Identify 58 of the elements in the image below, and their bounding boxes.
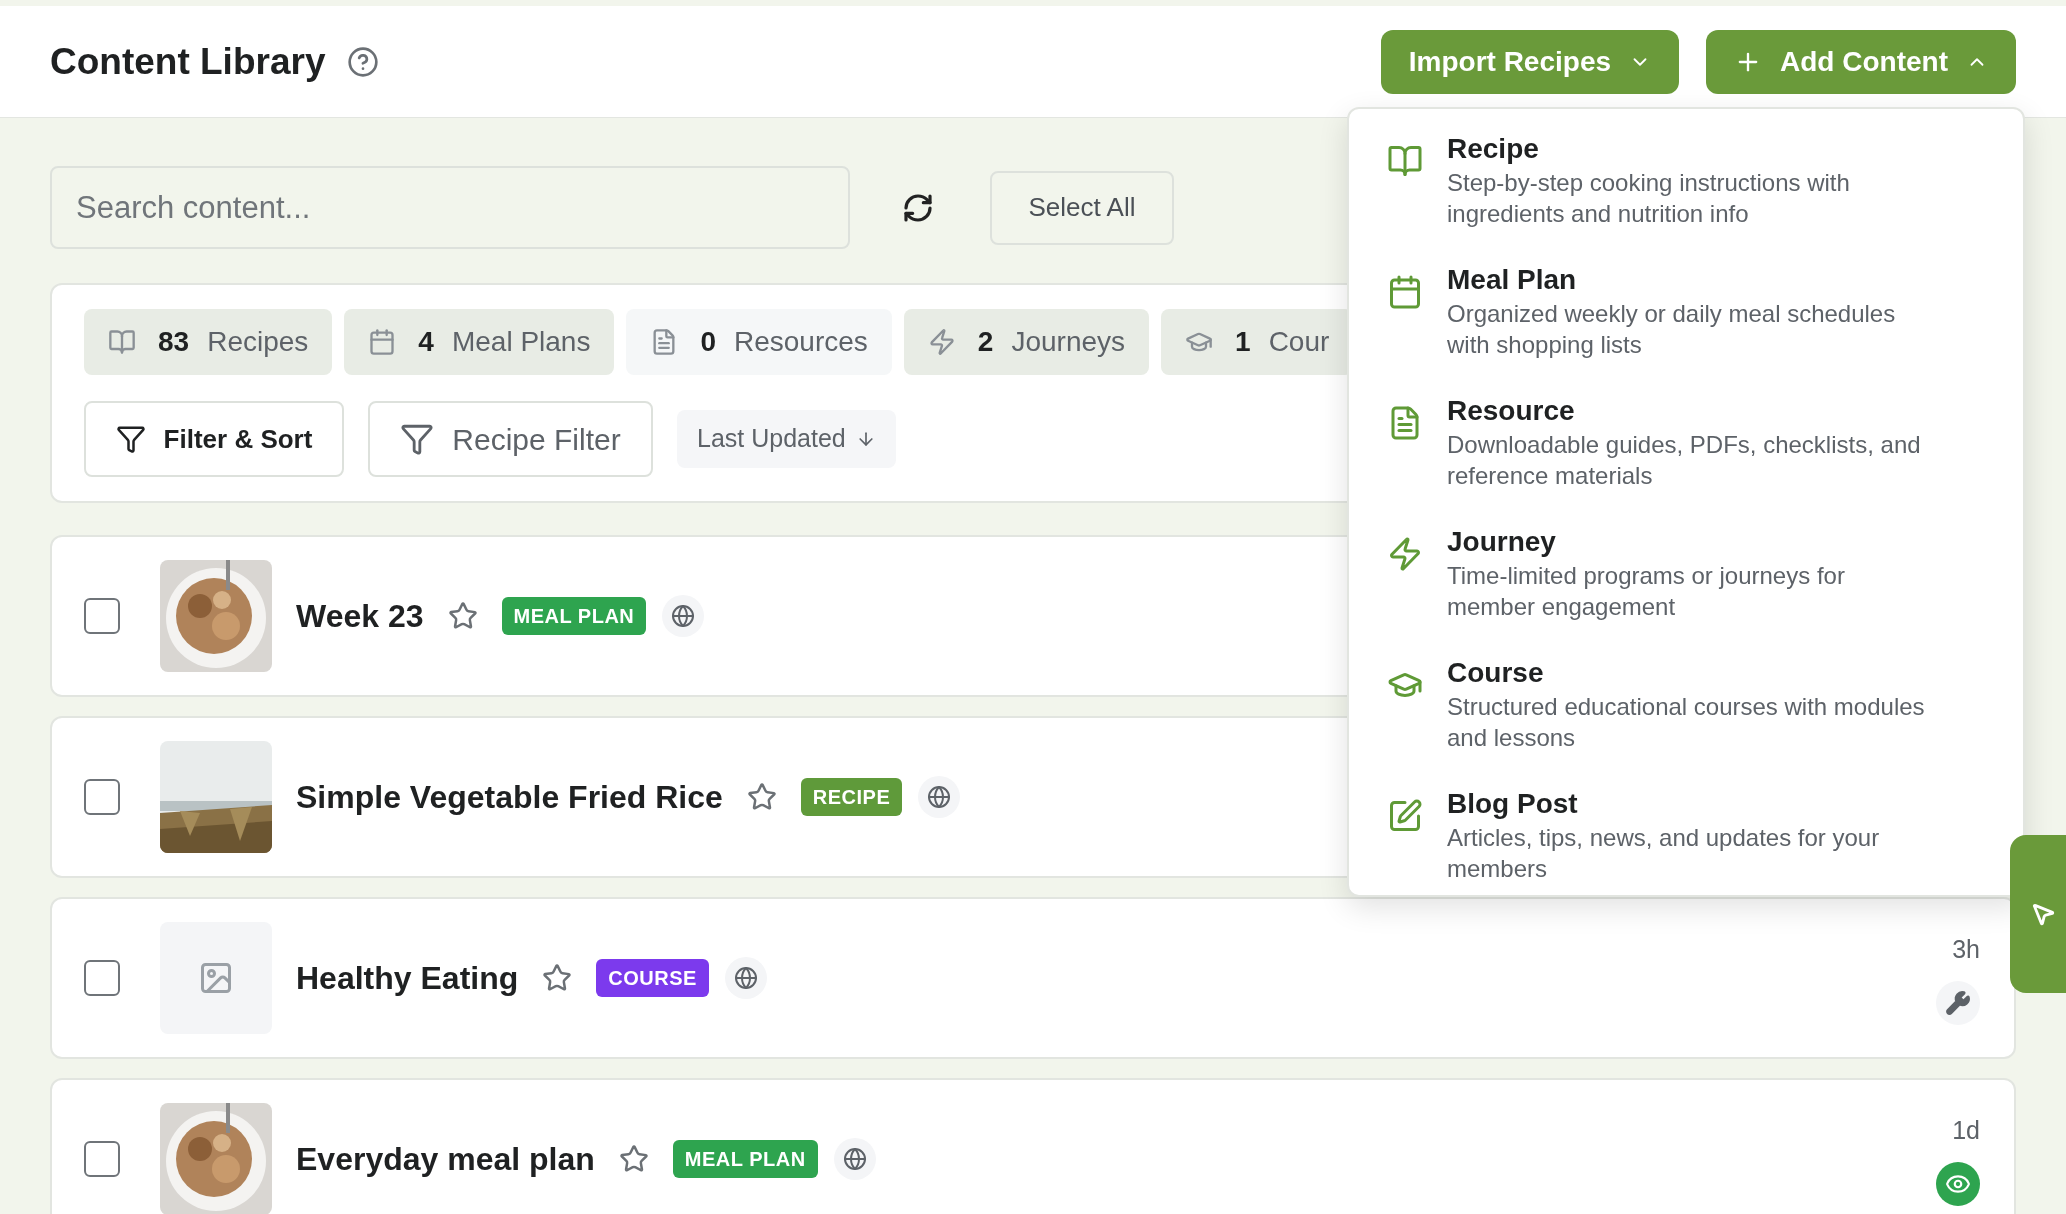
row-title[interactable]: Everyday meal plan xyxy=(296,1135,595,1183)
globe-icon xyxy=(842,1147,867,1171)
stat-chip[interactable]: 83 Recipes xyxy=(84,309,333,375)
help-icon[interactable] xyxy=(347,45,380,78)
globe-button[interactable] xyxy=(918,776,961,818)
stat-chip[interactable]: 0 Resources xyxy=(626,309,892,375)
filter-icon xyxy=(115,424,146,454)
cursor-icon xyxy=(2030,901,2056,927)
side-tab-button[interactable] xyxy=(2010,835,2066,993)
status-button[interactable] xyxy=(1936,1161,1980,1206)
globe-button[interactable] xyxy=(724,957,767,999)
lightning-icon xyxy=(1387,536,1423,572)
edit-icon xyxy=(1387,798,1423,834)
calendar-icon xyxy=(368,328,397,356)
globe-button[interactable] xyxy=(662,595,705,637)
row-title[interactable]: Healthy Eating xyxy=(296,954,519,1002)
row-title[interactable]: Simple Vegetable Fried Rice xyxy=(296,773,723,821)
star-icon[interactable] xyxy=(542,963,573,993)
star-icon[interactable] xyxy=(447,601,478,631)
row-title[interactable]: Week 23 xyxy=(296,592,424,640)
menu-item[interactable]: Meal Plan Organized weekly or daily meal schedules with shopping lists xyxy=(1387,262,2003,360)
row-checkbox[interactable] xyxy=(84,960,120,996)
filter-icon xyxy=(400,422,435,456)
content-row[interactable]: Healthy Eating COURSE 3h xyxy=(50,897,2016,1059)
stat-chip[interactable]: 4 Meal Plans xyxy=(344,309,615,375)
page-title: Content Library xyxy=(50,39,326,84)
type-badge: MEAL PLAN xyxy=(672,1140,818,1178)
select-all-button[interactable]: Select All xyxy=(990,170,1174,245)
row-checkbox[interactable] xyxy=(84,598,120,634)
globe-icon xyxy=(671,604,696,628)
book-icon xyxy=(108,328,136,356)
wrench-icon xyxy=(1945,989,1971,1016)
updated-time: 1d xyxy=(1952,1115,1980,1147)
refresh-icon xyxy=(902,191,934,224)
menu-item[interactable]: Recipe Step-by-step cooking instructions with ingredients and nutrition info xyxy=(1387,131,2003,229)
star-icon[interactable] xyxy=(618,1144,649,1174)
content-row[interactable]: Everyday meal plan MEAL PLAN 1d xyxy=(50,1078,2016,1214)
globe-icon xyxy=(927,785,952,809)
row-checkbox[interactable] xyxy=(84,1141,120,1177)
star-icon[interactable] xyxy=(746,782,777,812)
lightning-icon xyxy=(927,328,956,356)
image-icon xyxy=(198,960,234,996)
globe-button[interactable] xyxy=(833,1138,876,1180)
search-field[interactable]: Search content... xyxy=(50,166,850,249)
type-badge: COURSE xyxy=(596,959,709,997)
book-icon xyxy=(1387,143,1423,179)
menu-item[interactable]: Resource Downloadable guides, PDFs, checklists, and reference materials xyxy=(1387,393,2003,491)
row-checkbox[interactable] xyxy=(84,779,120,815)
stat-chip[interactable]: 2 Journeys xyxy=(903,309,1150,375)
updated-time: 3h xyxy=(1952,934,1980,966)
sort-button[interactable]: Last Updated xyxy=(677,410,896,468)
globe-icon xyxy=(733,966,758,990)
type-badge: RECIPE xyxy=(800,778,903,816)
recipe-filter-button[interactable]: Recipe Filter xyxy=(368,401,653,477)
calendar-icon xyxy=(1387,274,1423,310)
filter-sort-button[interactable]: Filter & Sort xyxy=(84,401,344,477)
type-badge: MEAL PLAN xyxy=(501,597,647,635)
status-button[interactable] xyxy=(1936,980,1980,1025)
